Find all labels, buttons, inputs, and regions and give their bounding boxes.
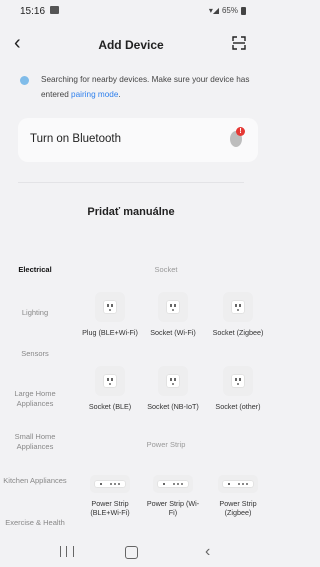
device-power-strip-zigbee[interactable]: Power Strip (Zigbee) [210, 475, 266, 517]
socket-icon [158, 292, 188, 322]
device-plug-ble-wifi[interactable]: Plug (BLE+Wi-Fi) [82, 292, 138, 337]
socket-icon [223, 292, 253, 322]
device-label: Socket (other) [215, 402, 261, 411]
category-kitchen-appliances[interactable]: Kitchen Appliances [0, 476, 70, 486]
power-strip-icon [90, 475, 130, 493]
device-label: Socket (Wi-Fi) [150, 328, 196, 337]
device-power-strip-ble-wifi[interactable]: Power Strip (BLE+Wi-Fi) [82, 475, 138, 517]
manual-add-heading: Pridať manuálne [87, 206, 175, 218]
power-strip-icon [218, 475, 258, 493]
category-exercise-health[interactable]: Exercise & Health [0, 518, 70, 528]
pairing-mode-link[interactable]: pairing mode [71, 90, 118, 99]
gallery-notification-icon [50, 6, 59, 14]
category-sensors[interactable]: Sensors [0, 349, 70, 359]
device-label: Socket (Zigbee) [212, 328, 264, 337]
divider [18, 182, 244, 183]
system-back-icon[interactable]: ‹ [205, 543, 210, 561]
status-indicators: ▾◢ 65% [209, 6, 246, 15]
socket-icon [223, 366, 253, 396]
scan-icon[interactable] [232, 36, 246, 50]
bluetooth-warning-badge: ! [236, 127, 245, 136]
search-notice: Searching for nearby devices. Make sure … [20, 72, 250, 102]
bluetooth-label: Turn on Bluetooth [30, 133, 121, 145]
device-socket-zigbee[interactable]: Socket (Zigbee) [210, 292, 266, 337]
device-label: Socket (NB-IoT) [147, 402, 199, 411]
device-socket-ble[interactable]: Socket (BLE) [82, 366, 138, 411]
home-icon[interactable] [125, 546, 138, 559]
section-title-socket: Socket [154, 265, 178, 274]
notice-suffix: . [118, 90, 121, 99]
section-title-power-strip: Power Strip [146, 440, 186, 449]
device-socket-wifi[interactable]: Socket (Wi-Fi) [145, 292, 201, 337]
page-title: Add Device [98, 38, 164, 52]
device-label: Power Strip (Zigbee) [219, 499, 257, 517]
device-label: Plug (BLE+Wi-Fi) [82, 328, 138, 337]
socket-icon [95, 366, 125, 396]
power-strip-icon [153, 475, 193, 493]
category-large-home-appliances[interactable]: Large Home Appliances [0, 389, 70, 409]
bluetooth-card[interactable]: Turn on Bluetooth ! [18, 118, 258, 162]
category-small-home-appliances[interactable]: Small Home Appliances [0, 432, 70, 452]
searching-indicator-icon [20, 76, 29, 85]
recents-icon[interactable] [60, 546, 74, 557]
status-time: 15:16 [20, 6, 46, 17]
device-label: Power Strip (Wi-Fi) [146, 499, 200, 517]
device-label: Power Strip (BLE+Wi-Fi) [90, 499, 130, 517]
header: ‹ Add Device [0, 30, 262, 60]
category-electrical[interactable]: Electrical [0, 265, 70, 275]
system-nav-bar: ‹ [0, 538, 262, 567]
socket-icon [95, 292, 125, 322]
device-label: Socket (BLE) [88, 402, 132, 411]
signal-icon: ▾◢ [208, 6, 219, 15]
category-lighting[interactable]: Lighting [0, 308, 70, 318]
battery-icon [241, 6, 246, 15]
device-power-strip-wifi[interactable]: Power Strip (Wi-Fi) [145, 475, 201, 517]
socket-icon [158, 366, 188, 396]
status-bar: 15:16 ▾◢ 65% [0, 0, 262, 22]
device-socket-nb-iot[interactable]: Socket (NB-IoT) [145, 366, 201, 411]
battery-level: 65% [221, 6, 238, 15]
device-socket-other[interactable]: Socket (other) [210, 366, 266, 411]
